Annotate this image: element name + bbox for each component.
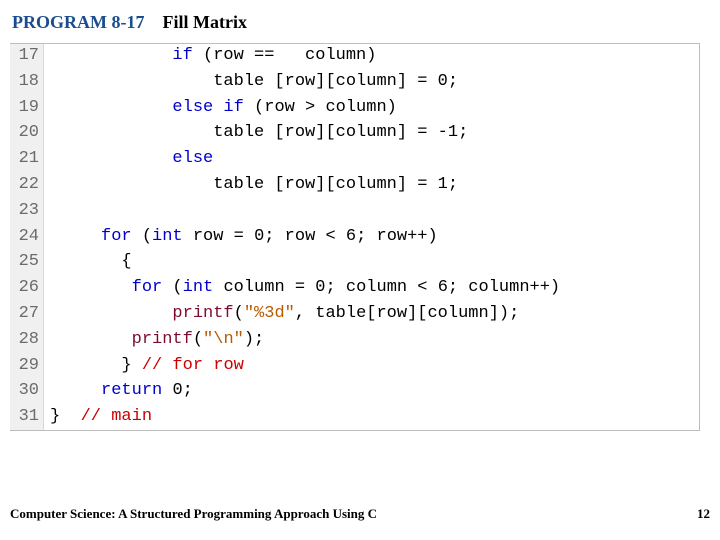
code-line: 25 { [10, 250, 699, 276]
code-text: for (int column = 0; column < 6; column+… [44, 276, 699, 302]
code-line: 19 else if (row > column) [10, 96, 699, 122]
line-number: 27 [10, 302, 44, 328]
code-text: table [row][column] = 1; [44, 173, 699, 199]
line-number: 25 [10, 250, 44, 276]
line-number: 24 [10, 225, 44, 251]
code-listing: 17 if (row == column)18 table [row][colu… [10, 43, 700, 431]
code-line: 24 for (int row = 0; row < 6; row++) [10, 225, 699, 251]
code-line: 30 return 0; [10, 379, 699, 405]
code-line: 21 else [10, 147, 699, 173]
code-text: if (row == column) [44, 44, 699, 70]
code-text: table [row][column] = -1; [44, 121, 699, 147]
line-number: 29 [10, 354, 44, 380]
code-line: 17 if (row == column) [10, 44, 699, 70]
line-number: 30 [10, 379, 44, 405]
code-line: 27 printf("%3d", table[row][column]); [10, 302, 699, 328]
line-number: 26 [10, 276, 44, 302]
line-number: 23 [10, 199, 44, 225]
program-title: Fill Matrix [162, 12, 246, 32]
line-number: 21 [10, 147, 44, 173]
code-text: { [44, 250, 699, 276]
code-line: 31} // main [10, 405, 699, 431]
code-text: for (int row = 0; row < 6; row++) [44, 225, 699, 251]
code-text: printf("\n"); [44, 328, 699, 354]
page-number: 12 [697, 506, 710, 522]
heading: PROGRAM 8-17 Fill Matrix [12, 12, 710, 33]
code-line: 26 for (int column = 0; column < 6; colu… [10, 276, 699, 302]
code-text [44, 199, 699, 225]
slide: PROGRAM 8-17 Fill Matrix 17 if (row == c… [0, 0, 720, 540]
footer-text: Computer Science: A Structured Programmi… [10, 506, 377, 522]
code-line: 18 table [row][column] = 0; [10, 70, 699, 96]
line-number: 20 [10, 121, 44, 147]
code-text: table [row][column] = 0; [44, 70, 699, 96]
line-number: 28 [10, 328, 44, 354]
code-line: 28 printf("\n"); [10, 328, 699, 354]
code-text: return 0; [44, 379, 699, 405]
program-label: PROGRAM 8-17 [12, 12, 144, 32]
line-number: 22 [10, 173, 44, 199]
line-number: 18 [10, 70, 44, 96]
code-text: } // for row [44, 354, 699, 380]
code-line: 29 } // for row [10, 354, 699, 380]
footer: Computer Science: A Structured Programmi… [10, 506, 710, 522]
code-text: else if (row > column) [44, 96, 699, 122]
code-line: 22 table [row][column] = 1; [10, 173, 699, 199]
code-text: printf("%3d", table[row][column]); [44, 302, 699, 328]
code-text: } // main [44, 405, 699, 431]
line-number: 31 [10, 405, 44, 431]
code-text: else [44, 147, 699, 173]
code-line: 23 [10, 199, 699, 225]
line-number: 19 [10, 96, 44, 122]
line-number: 17 [10, 44, 44, 70]
code-line: 20 table [row][column] = -1; [10, 121, 699, 147]
